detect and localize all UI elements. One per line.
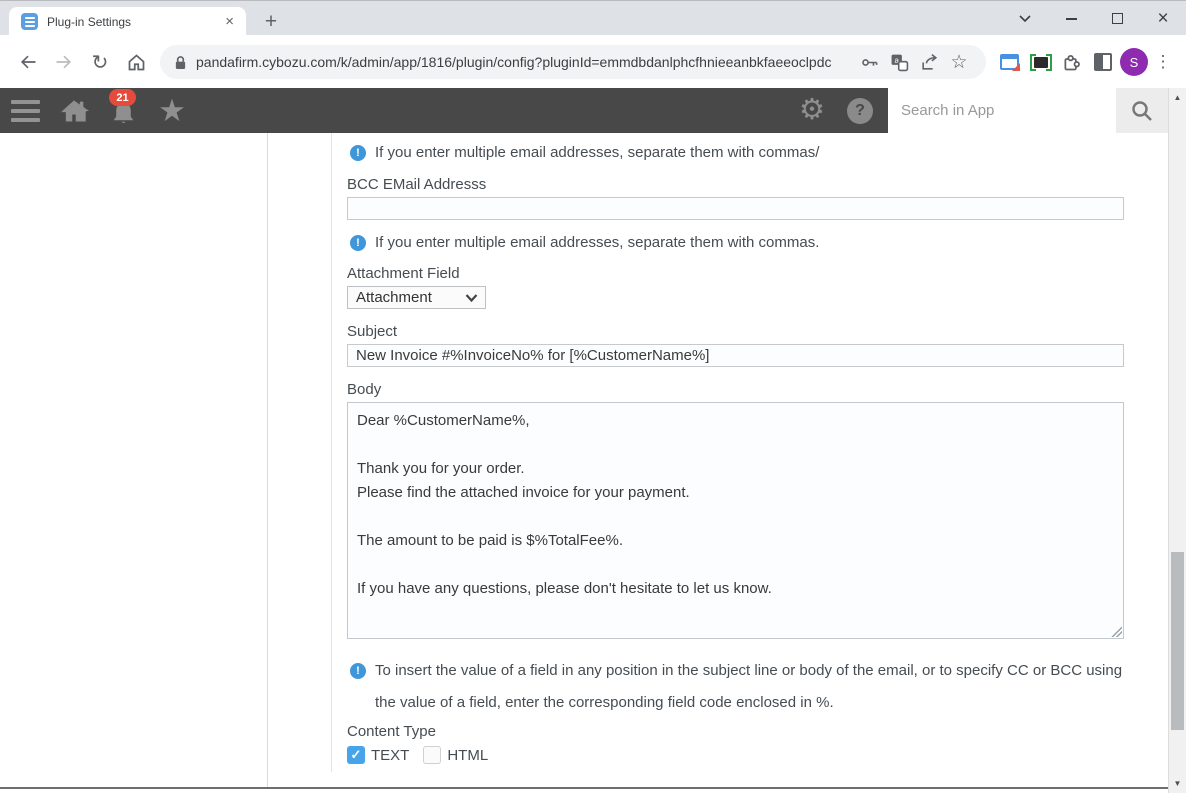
body-label: Body (347, 381, 382, 398)
info-icon: ! (350, 145, 366, 161)
tab-title: Plug-in Settings (47, 14, 132, 29)
tab-strip: Plug-in Settings × + × (0, 0, 1186, 36)
attachment-select-value: Attachment (356, 289, 432, 306)
window-capture-extension-icon[interactable] (994, 47, 1025, 78)
new-tab-button[interactable]: + (258, 9, 284, 35)
section-bottom-divider (0, 787, 1168, 789)
window-controls: × (1002, 1, 1186, 36)
info-icon: ! (350, 663, 366, 679)
browser-window: Plug-in Settings × + × ↻ pandafirm.cyboz… (0, 0, 1186, 793)
screenshot-extension-icon[interactable] (1025, 47, 1056, 78)
app-header: 21 ★ ⚙ ? (0, 88, 1168, 133)
home-button[interactable] (118, 44, 154, 80)
extensions-puzzle-icon[interactable] (1056, 47, 1087, 78)
browser-menu-kebab-icon[interactable]: ⋮ (1150, 52, 1176, 72)
scrollbar-thumb[interactable] (1171, 552, 1184, 730)
content-type-text-label: TEXT (371, 746, 410, 764)
tab-close-icon[interactable]: × (221, 13, 238, 30)
url-bar[interactable]: pandafirm.cybozu.com/k/admin/app/1816/pl… (160, 45, 986, 79)
content-type-html-checkbox[interactable] (423, 746, 442, 764)
notification-badge: 21 (109, 89, 136, 106)
info-row-field-code: ! To insert the value of a field in any … (350, 655, 1124, 719)
favorites-star-icon[interactable]: ★ (157, 88, 187, 133)
profile-avatar[interactable]: S (1120, 48, 1148, 76)
search-icon (1132, 100, 1152, 121)
contrast-extension-icon[interactable] (1087, 47, 1118, 78)
scroll-down-arrow-icon[interactable]: ▼ (1169, 775, 1186, 792)
window-close-button[interactable]: × (1140, 1, 1186, 36)
checkmark-icon: ✓ (350, 747, 362, 762)
info-text-bcc: If you enter multiple email addresses, s… (375, 234, 820, 251)
subject-input[interactable] (347, 344, 1124, 367)
form-section-border (331, 133, 332, 772)
lock-icon (175, 55, 186, 69)
browser-toolbar: ↻ pandafirm.cybozu.com/k/admin/app/1816/… (0, 36, 1186, 88)
page-scrollbar[interactable]: ▲ ▼ (1168, 88, 1186, 793)
content-type-html-label: HTML (447, 746, 489, 764)
info-icon: ! (350, 235, 366, 251)
left-column-divider (267, 133, 268, 787)
help-icon[interactable]: ? (845, 88, 875, 133)
share-icon[interactable] (914, 47, 944, 77)
info-row-cc: ! If you enter multiple email addresses,… (350, 144, 1124, 162)
extensions-area: S ⋮ (994, 47, 1176, 78)
tab-search-chevron-icon[interactable] (1002, 1, 1048, 36)
search-input[interactable] (888, 88, 1116, 133)
scroll-up-arrow-icon[interactable]: ▲ (1169, 89, 1186, 106)
body-textarea[interactable]: Dear %CustomerName%, Thank you for your … (347, 402, 1124, 639)
content-type-text-checkbox[interactable]: ✓ (347, 746, 365, 764)
plugin-settings-page: ! If you enter multiple email addresses,… (0, 133, 1168, 793)
info-row-bcc: ! If you enter multiple email addresses,… (350, 234, 1124, 252)
attachment-select[interactable]: Attachment (347, 286, 486, 309)
reload-button[interactable]: ↻ (82, 44, 118, 80)
content-type-options: ✓ TEXT HTML (347, 746, 1124, 764)
bcc-label: BCC EMail Addresss (347, 176, 487, 193)
subject-label: Subject (347, 323, 398, 340)
bookmark-star-icon[interactable]: ☆ (944, 47, 974, 77)
maximize-button[interactable] (1094, 1, 1140, 36)
chevron-down-icon (465, 293, 478, 302)
settings-gear-icon[interactable]: ⚙ (797, 88, 827, 133)
attachment-field-label: Attachment Field (347, 265, 460, 282)
info-text-cc: If you enter multiple email addresses, s… (375, 144, 820, 161)
back-button[interactable] (10, 44, 46, 80)
browser-tab[interactable]: Plug-in Settings × (9, 7, 246, 36)
url-text[interactable]: pandafirm.cybozu.com/k/admin/app/1816/pl… (196, 54, 854, 70)
translate-icon[interactable]: a (884, 47, 914, 77)
hamburger-menu-icon[interactable] (10, 88, 40, 133)
search-button[interactable] (1116, 88, 1168, 133)
password-key-icon[interactable] (854, 47, 884, 77)
tab-favicon-icon (21, 13, 38, 30)
forward-button[interactable] (46, 44, 82, 80)
body-textarea-wrap: Dear %CustomerName%, Thank you for your … (347, 402, 1124, 639)
info-text-field-code: To insert the value of a field in any po… (375, 662, 1123, 711)
plugin-settings-form: ! If you enter multiple email addresses,… (347, 133, 1124, 764)
bcc-input[interactable] (347, 197, 1124, 220)
notifications-bell-icon[interactable]: 21 (108, 88, 138, 133)
minimize-button[interactable] (1048, 1, 1094, 36)
portal-home-icon[interactable] (59, 88, 89, 133)
content-type-label: Content Type (347, 723, 436, 740)
